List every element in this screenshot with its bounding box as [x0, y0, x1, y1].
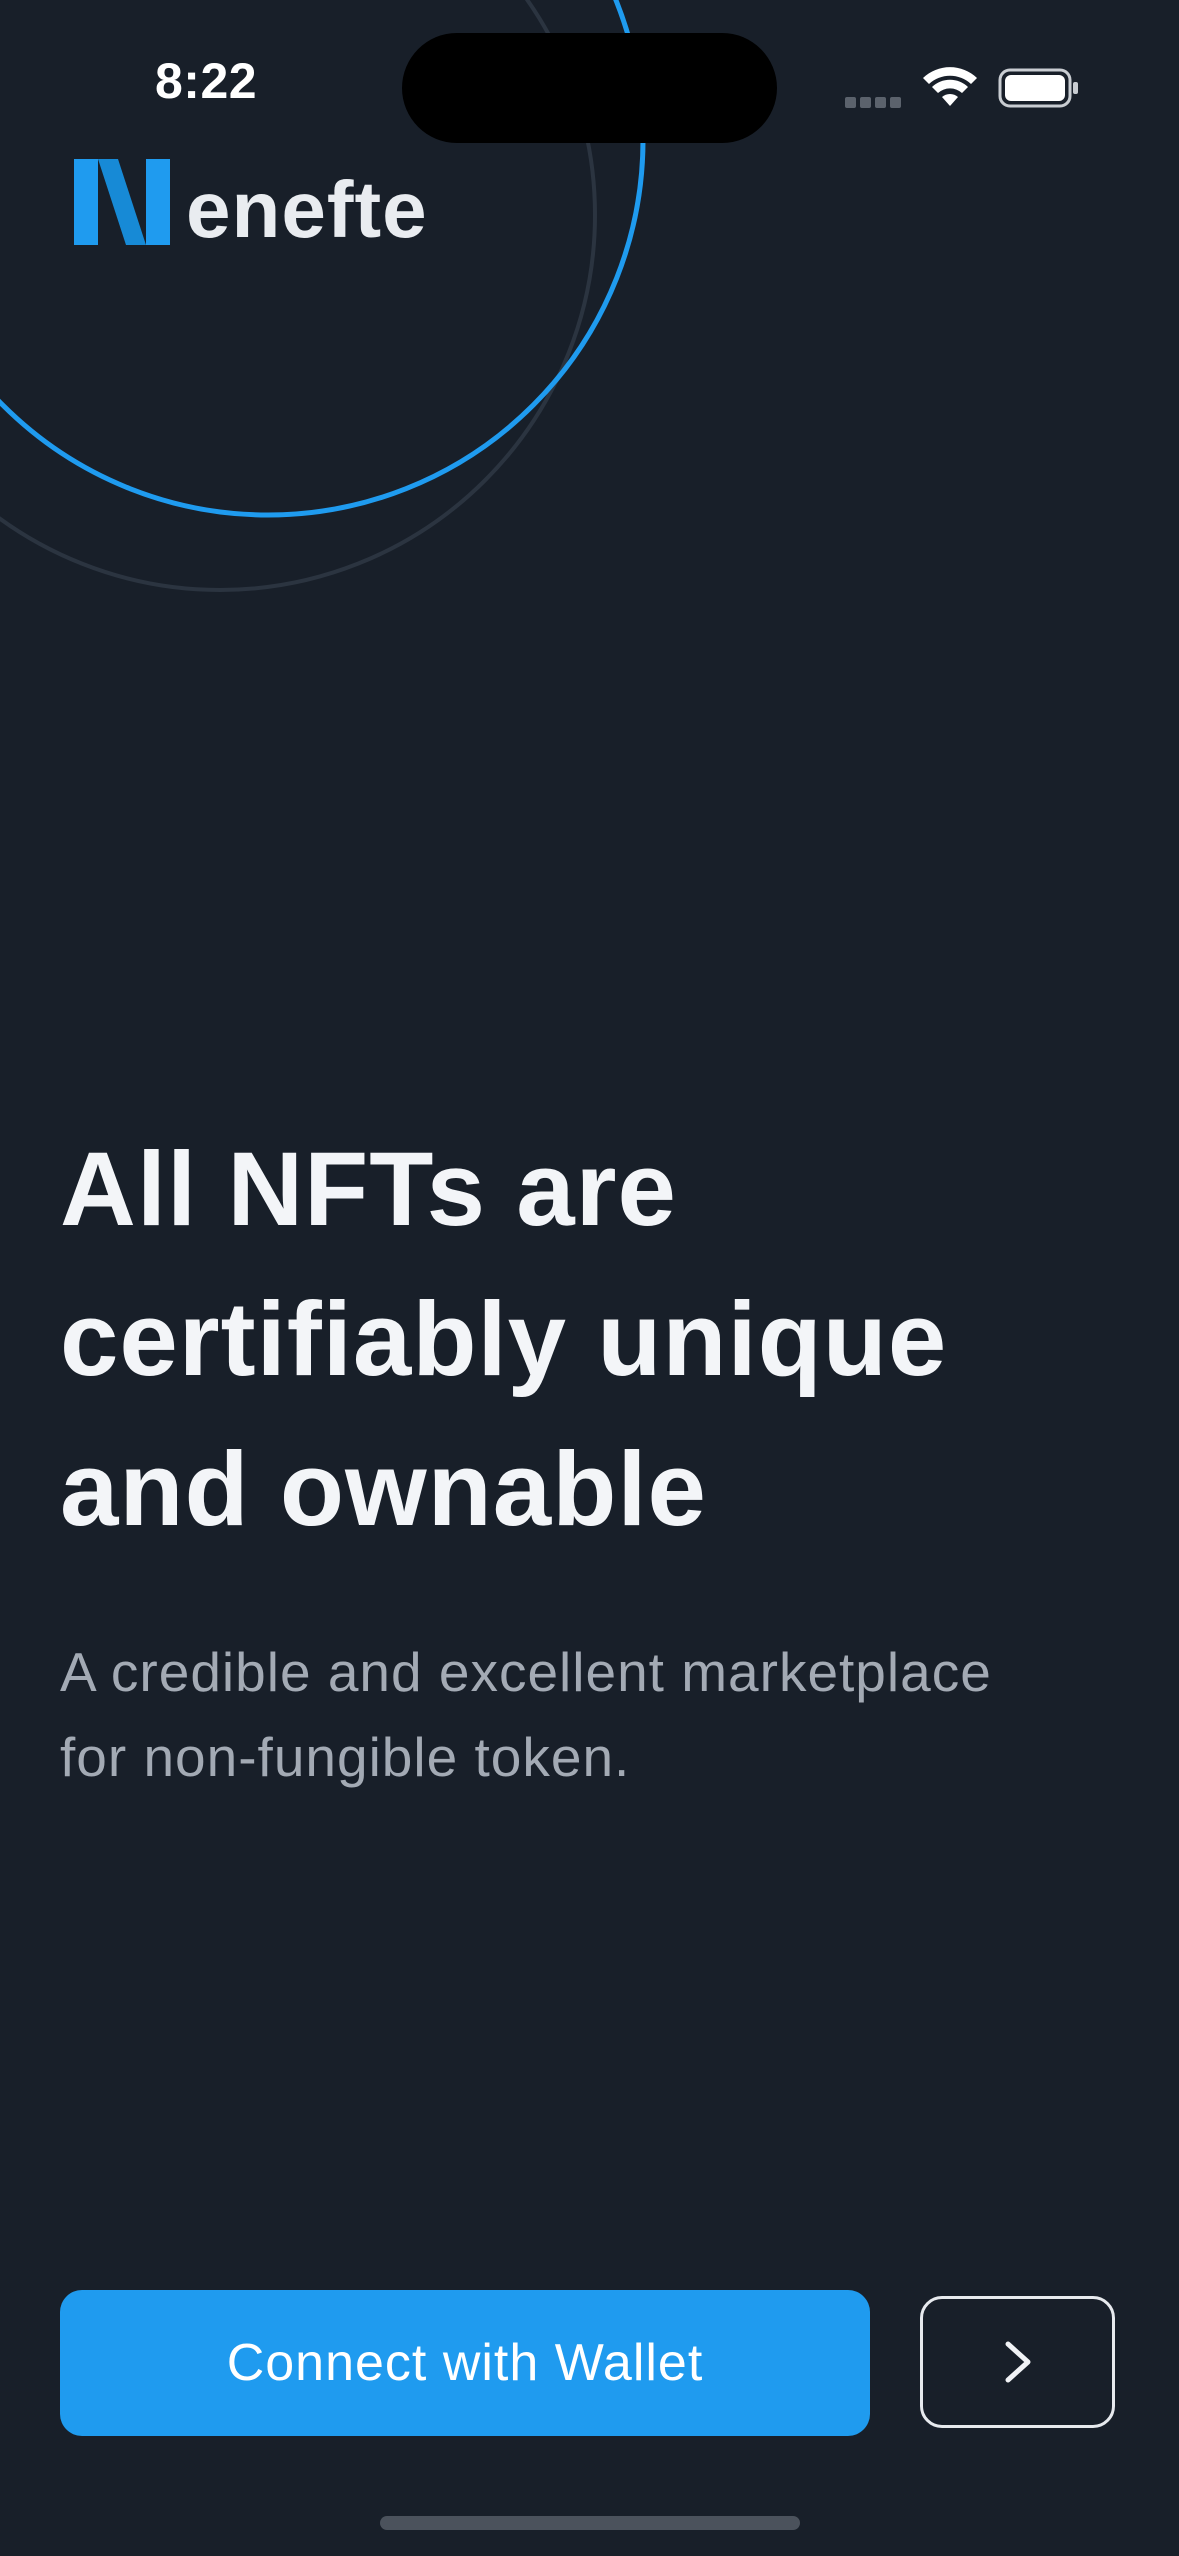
dynamic-island — [402, 33, 777, 143]
battery-icon — [998, 68, 1078, 108]
headline-line: All NFTs are — [60, 1131, 677, 1248]
subtitle-line: for non-fungible token. — [60, 1726, 631, 1788]
hero-headline: All NFTs are certifiably unique and owna… — [60, 1115, 1120, 1565]
next-button[interactable] — [920, 2296, 1115, 2428]
headline-line: certifiably unique — [60, 1281, 948, 1398]
wifi-icon — [923, 67, 977, 106]
home-indicator — [380, 2516, 800, 2530]
connect-wallet-label: Connect with Wallet — [226, 2334, 704, 2392]
n-logo-mark-icon — [74, 159, 170, 245]
chevron-right-icon — [1005, 2341, 1030, 2383]
signal-icon — [845, 95, 905, 108]
headline-line: and ownable — [60, 1431, 707, 1548]
brand-name: enefte — [186, 165, 428, 254]
connect-wallet-button[interactable]: Connect with Wallet — [60, 2290, 870, 2436]
status-time: 8:22 — [155, 53, 258, 109]
hero-subtitle: A credible and excellent marketplace for… — [60, 1630, 1140, 1800]
brand-logo: enefte — [74, 155, 428, 254]
subtitle-line: A credible and excellent marketplace — [60, 1641, 992, 1703]
